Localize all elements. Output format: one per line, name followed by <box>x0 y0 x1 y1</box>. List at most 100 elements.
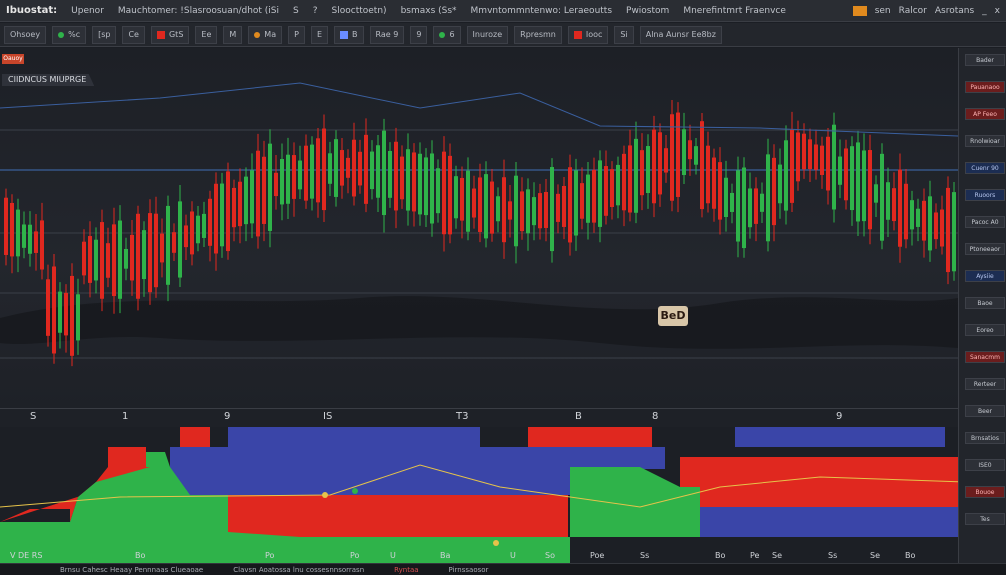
candle-body[interactable] <box>334 139 338 197</box>
candle-body[interactable] <box>4 197 8 255</box>
candle-body[interactable] <box>862 150 866 222</box>
candle-body[interactable] <box>22 224 26 248</box>
candle-body[interactable] <box>892 188 896 222</box>
candle-body[interactable] <box>292 155 296 199</box>
toolbar-group-0[interactable]: Ohsoey <box>4 25 47 44</box>
candle-body[interactable] <box>460 177 464 221</box>
candle-body[interactable] <box>364 134 368 204</box>
sidebar-item[interactable]: Cuenr 90 <box>965 162 1005 174</box>
sidebar-item[interactable]: Baoe <box>965 297 1005 309</box>
candle-body[interactable] <box>898 169 902 247</box>
price-chart-panel[interactable]: Oauoy CIIDNCUS MIUPRGE BeD <box>0 48 958 408</box>
candle-body[interactable] <box>622 153 626 211</box>
candle-body[interactable] <box>94 239 98 281</box>
menu-item-8[interactable]: Mnerefintmrt Fraenvce <box>683 6 786 16</box>
candle-body[interactable] <box>520 191 524 232</box>
candle-body[interactable] <box>712 157 716 209</box>
candle-body[interactable] <box>604 166 608 216</box>
candle-body[interactable] <box>118 220 122 299</box>
candle-body[interactable] <box>436 168 440 214</box>
candle-body[interactable] <box>706 145 710 204</box>
candle-body[interactable] <box>472 188 476 218</box>
candle-body[interactable] <box>112 224 116 297</box>
candle-body[interactable] <box>838 156 842 185</box>
toolbar-group-6[interactable]: M <box>223 25 243 44</box>
candle-body[interactable] <box>394 141 398 211</box>
candle-body[interactable] <box>718 162 722 220</box>
candle-body[interactable] <box>676 112 680 197</box>
candle-body[interactable] <box>694 146 698 165</box>
candle-body[interactable] <box>874 184 878 203</box>
candle-body[interactable] <box>790 129 794 203</box>
candle-body[interactable] <box>646 146 650 194</box>
candle-body[interactable] <box>448 155 452 235</box>
candle-body[interactable] <box>196 215 200 244</box>
candle-body[interactable] <box>28 224 32 254</box>
candle-body[interactable] <box>832 124 836 210</box>
toolbar-group-8[interactable]: P <box>288 25 305 44</box>
candle-body[interactable] <box>562 185 566 227</box>
candle-body[interactable] <box>586 174 590 223</box>
menu-item-2[interactable]: S <box>293 6 299 16</box>
minimize-button[interactable]: _ <box>982 6 987 16</box>
candle-body[interactable] <box>310 144 314 199</box>
candle-body[interactable] <box>658 132 662 195</box>
sidebar-item[interactable]: Rerteer <box>965 378 1005 390</box>
toolbar-group-11[interactable]: Rae 9 <box>369 25 405 44</box>
candle-body[interactable] <box>40 220 44 270</box>
candle-body[interactable] <box>16 209 20 257</box>
candle-body[interactable] <box>928 196 932 251</box>
price-marker[interactable]: BeD <box>658 306 688 326</box>
candle-body[interactable] <box>616 164 620 206</box>
candle-body[interactable] <box>298 160 302 190</box>
candle-body[interactable] <box>214 183 218 254</box>
menu-item-1[interactable]: Mauchtomer: !Slasroosuan/dhot (iSi <box>118 6 279 16</box>
sidebar-item[interactable]: Beer <box>965 405 1005 417</box>
sidebar-item[interactable]: Pacoc A0 <box>965 216 1005 228</box>
toolbar-group-18[interactable]: Alna Aunsr Ee8bz <box>639 25 722 44</box>
candle-body[interactable] <box>64 292 68 336</box>
candle-body[interactable] <box>154 213 158 288</box>
candle-body[interactable] <box>922 200 926 241</box>
candle-body[interactable] <box>802 133 806 170</box>
candle-body[interactable] <box>916 208 920 227</box>
candle-body[interactable] <box>424 157 428 216</box>
candle-body[interactable] <box>772 157 776 226</box>
candle-body[interactable] <box>856 142 860 222</box>
candle-body[interactable] <box>412 152 416 212</box>
window-item-2[interactable]: Asrotans <box>935 6 974 16</box>
close-button[interactable]: x <box>995 6 1000 16</box>
toolbar-group-2[interactable]: [sp <box>92 25 117 44</box>
candle-body[interactable] <box>514 175 518 247</box>
indicator-panel[interactable]: V DE RS Bo Po Po U Ba U So Poe Ss Bo Pe Se Ss Se Bo <box>0 427 966 563</box>
candle-body[interactable] <box>688 140 692 160</box>
candle-body[interactable] <box>202 213 206 238</box>
candle-body[interactable] <box>946 187 950 273</box>
candle-body[interactable] <box>172 232 176 253</box>
candle-body[interactable] <box>166 205 170 285</box>
candle-body[interactable] <box>322 128 326 211</box>
sidebar-item[interactable]: Aysiie <box>965 270 1005 282</box>
candle-body[interactable] <box>526 189 530 234</box>
candle-body[interactable] <box>826 136 830 191</box>
candle-body[interactable] <box>262 156 266 224</box>
candle-body[interactable] <box>346 157 350 178</box>
toolbar-group-4[interactable]: GtS <box>150 25 190 44</box>
candle-body[interactable] <box>82 241 86 276</box>
candle-body[interactable] <box>274 172 278 197</box>
candle-body[interactable] <box>358 151 362 186</box>
candle-body[interactable] <box>748 188 752 228</box>
candle-body[interactable] <box>784 140 788 211</box>
menu-item-6[interactable]: Mmvntommntenwo: Leraeoutts <box>471 6 612 16</box>
candle-body[interactable] <box>742 167 746 249</box>
candle-body[interactable] <box>544 192 548 228</box>
candle-body[interactable] <box>286 154 290 204</box>
candle-body[interactable] <box>454 176 458 219</box>
sidebar-item[interactable]: Tes <box>965 513 1005 525</box>
candle-body[interactable] <box>178 201 182 278</box>
candle-body[interactable] <box>352 139 356 197</box>
candle-body[interactable] <box>502 177 506 243</box>
sidebar-item[interactable]: Ptoneeaor <box>965 243 1005 255</box>
candle-body[interactable] <box>760 193 764 212</box>
candle-body[interactable] <box>730 192 734 212</box>
